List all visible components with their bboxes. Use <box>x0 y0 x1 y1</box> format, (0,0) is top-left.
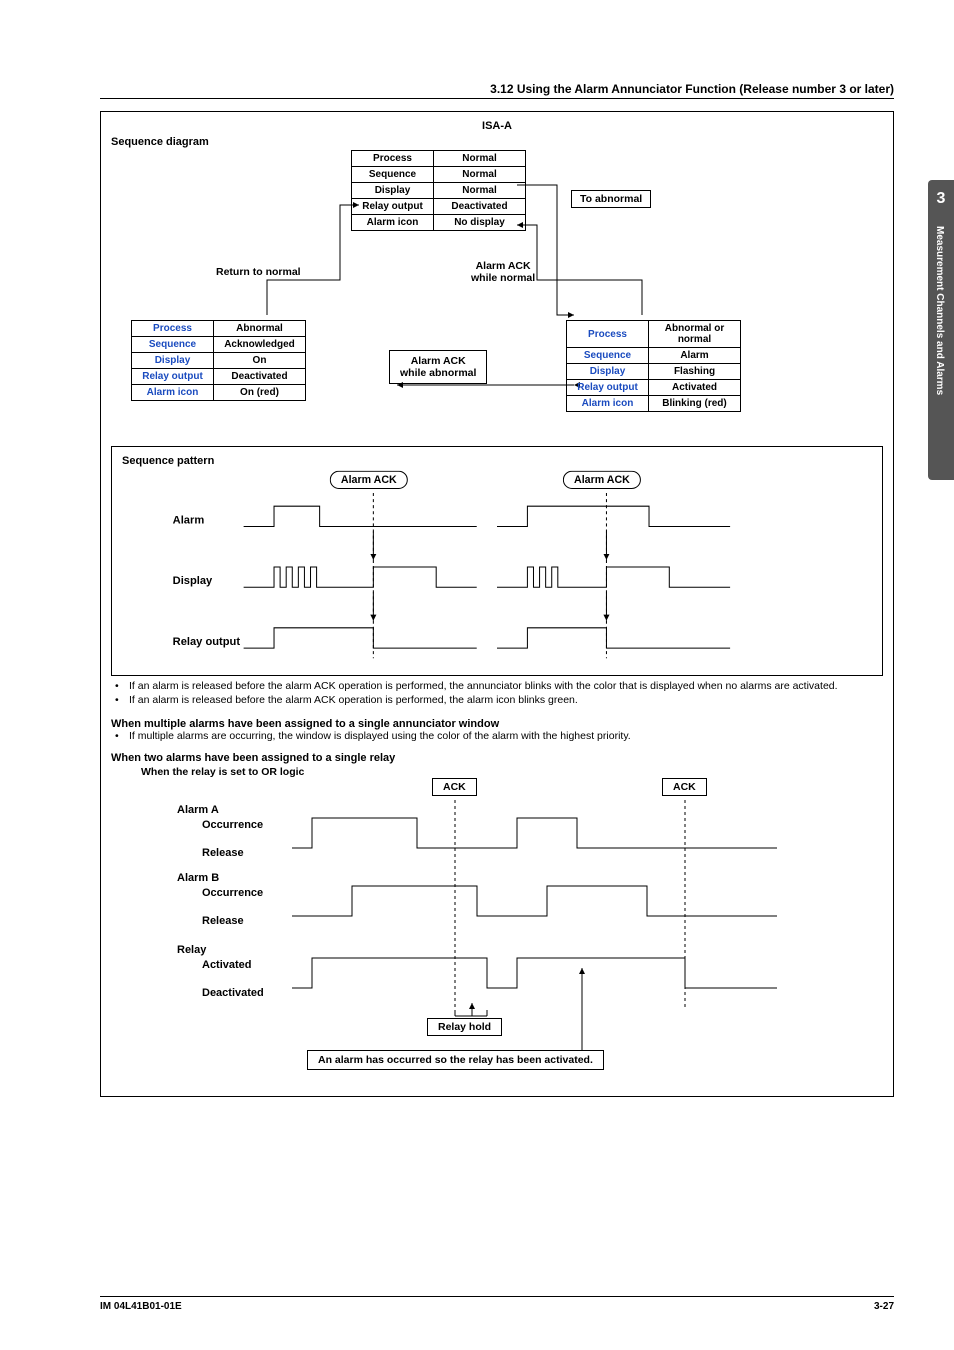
ack-abnormal-label: Alarm ACKwhile abnormal <box>389 350 487 384</box>
svg-text:Release: Release <box>202 847 244 859</box>
svg-text:Relay output: Relay output <box>173 636 241 648</box>
bullet-2: If an alarm is released before the alarm… <box>129 694 578 706</box>
seq-diagram-label: Sequence diagram <box>111 136 883 148</box>
svg-text:Occurrence: Occurrence <box>202 887 263 899</box>
top-state-table: ProcessNormal SequenceNormal DisplayNorm… <box>351 150 526 231</box>
multi-head: When multiple alarms have been assigned … <box>111 718 883 730</box>
svg-text:Release: Release <box>202 915 244 927</box>
relay-head: When two alarms have been assigned to a … <box>111 752 883 764</box>
ack-chip-1: Alarm ACK <box>330 471 408 489</box>
right-state-table: ProcessAbnormal or normal SequenceAlarm … <box>566 320 741 412</box>
side-tab-num: 3 <box>928 180 954 208</box>
relay-ack-2: ACK <box>662 778 707 796</box>
side-tab: 3 Measurement Channels and Alarms <box>928 180 954 480</box>
return-normal-label: Return to normal <box>216 266 301 278</box>
svg-text:Deactivated: Deactivated <box>202 987 264 999</box>
ack-chip-2: Alarm ACK <box>563 471 641 489</box>
section-header: 3.12 Using the Alarm Annunciator Functio… <box>100 82 894 99</box>
footer-right: 3-27 <box>874 1301 894 1312</box>
flow-area: ProcessNormal SequenceNormal DisplayNorm… <box>111 150 883 440</box>
svg-text:Occurrence: Occurrence <box>202 819 263 831</box>
relay-svg: ACK ACK Alarm A Occurrence Release Alarm… <box>111 778 883 1078</box>
left-state-table: ProcessAbnormal SequenceAcknowledged Dis… <box>131 320 306 401</box>
relay-ack-1: ACK <box>432 778 477 796</box>
sequence-pattern-svg: Alarm ACK Alarm ACK Alarm Display Relay … <box>122 467 872 667</box>
isa-box: ISA-A Sequence diagram ProcessNorma <box>100 111 894 1097</box>
footer-left: IM 04L41B01-01E <box>100 1301 182 1312</box>
svg-text:Alarm B: Alarm B <box>177 872 219 884</box>
svg-text:Display: Display <box>173 575 213 587</box>
svg-text:Alarm: Alarm <box>173 514 205 526</box>
bullet-1: If an alarm is released before the alarm… <box>129 680 838 692</box>
sequence-pattern-box: Sequence pattern Alarm ACK Alarm ACK Ala… <box>111 446 883 676</box>
svg-text:Relay: Relay <box>177 944 207 956</box>
isa-title: ISA-A <box>111 120 883 132</box>
relay-hold-label: Relay hold <box>427 1018 502 1036</box>
footer: IM 04L41B01-01E 3-27 <box>100 1296 894 1312</box>
relay-sub: When the relay is set to OR logic <box>141 766 883 778</box>
ack-normal-label: Alarm ACKwhile normal <box>471 260 535 284</box>
multi-text: If multiple alarms are occurring, the wi… <box>129 730 631 742</box>
sequence-pattern-title: Sequence pattern <box>122 455 872 467</box>
side-tab-text: Measurement Channels and Alarms <box>934 226 945 395</box>
to-abnormal-label: To abnormal <box>571 190 651 208</box>
bullets: •If an alarm is released before the alar… <box>111 676 883 706</box>
relay-note: An alarm has occurred so the relay has b… <box>307 1050 604 1070</box>
svg-text:Activated: Activated <box>202 959 252 971</box>
svg-text:Alarm A: Alarm A <box>177 804 219 816</box>
